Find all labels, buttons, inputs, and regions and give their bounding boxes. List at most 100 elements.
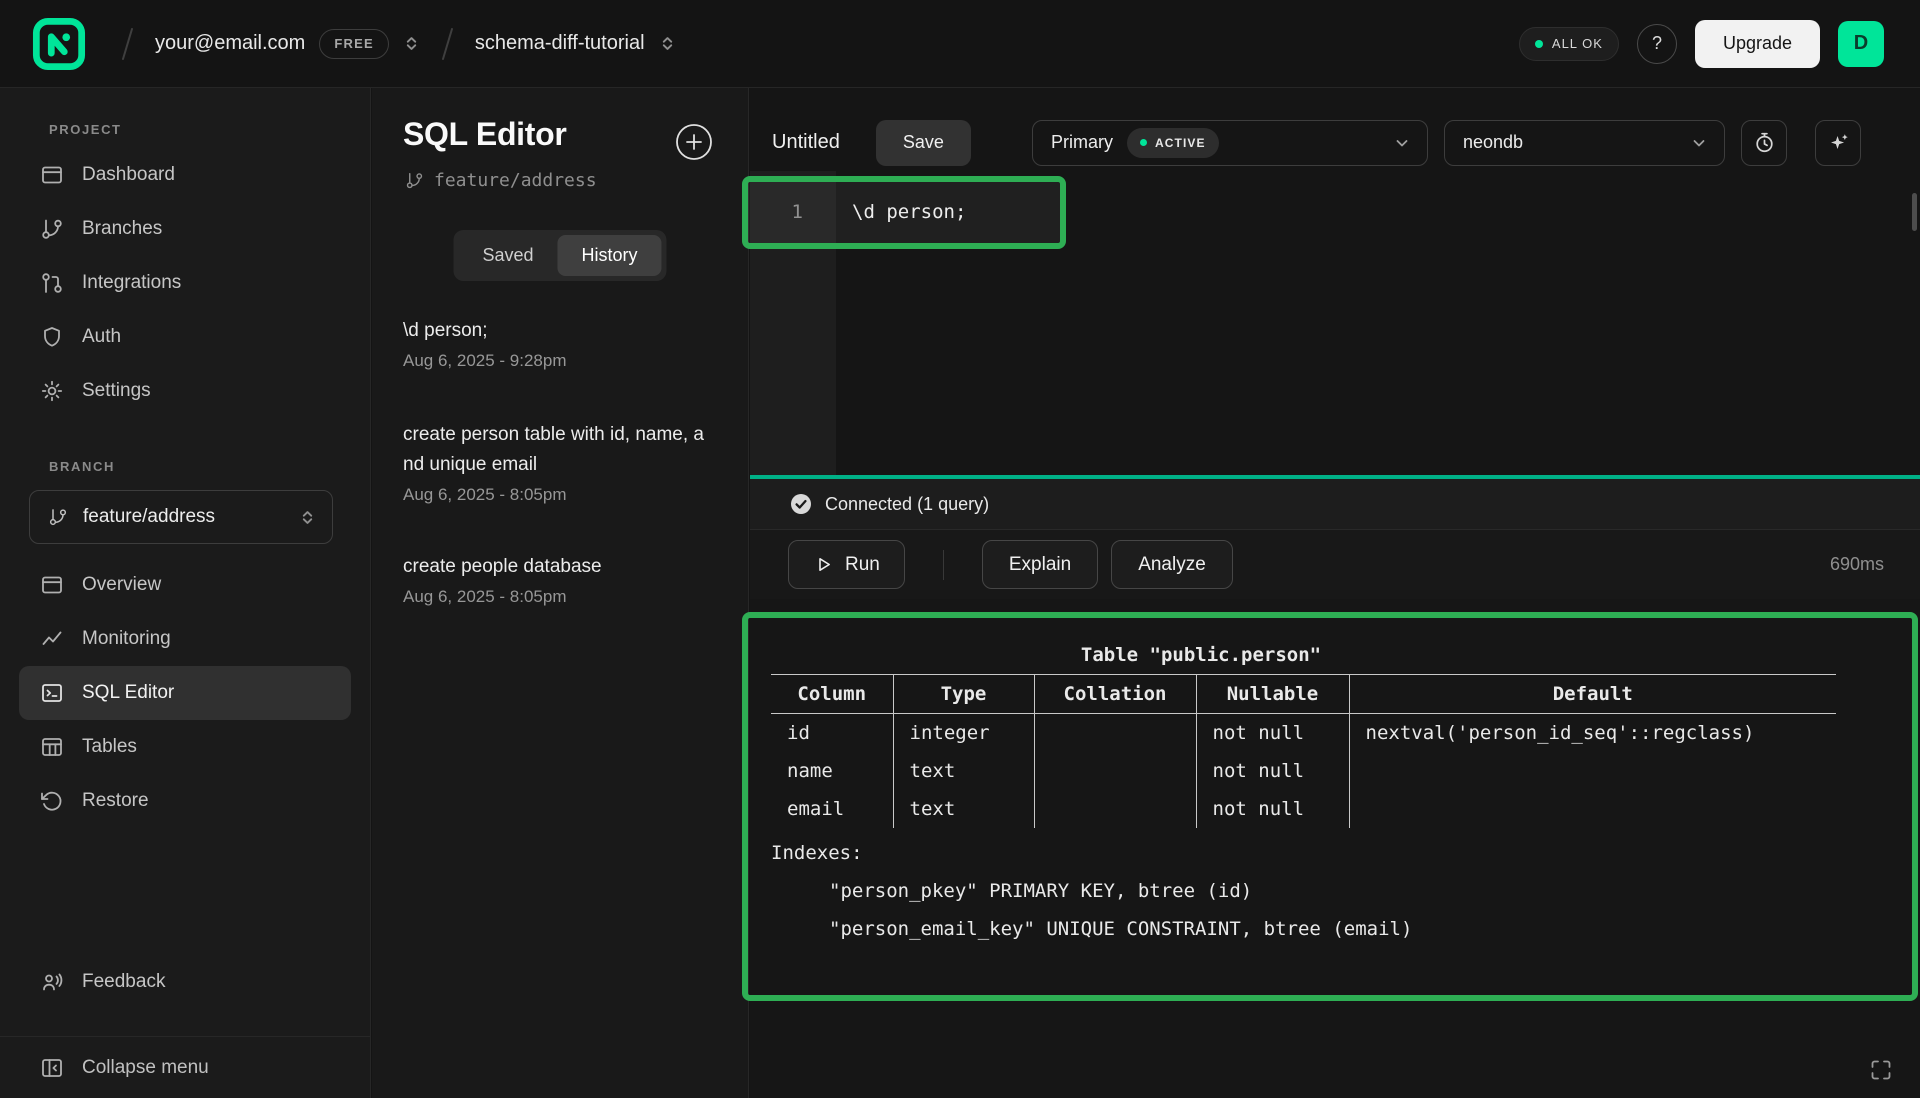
analyze-button[interactable]: Analyze [1111,540,1233,589]
status-badge[interactable]: ALL OK [1519,27,1619,61]
history-item-title: \d person; [403,316,708,346]
integrations-icon [40,271,64,295]
column-header: Type [893,675,1034,714]
status-dot-icon [1535,40,1543,48]
cell: text [893,790,1034,828]
query-history-button[interactable] [1741,120,1787,166]
code-text: \d person; [852,201,966,223]
upgrade-button[interactable]: Upgrade [1695,20,1820,68]
database-select[interactable]: neondb [1444,120,1725,166]
branch-selector[interactable]: feature/address [29,490,333,544]
column-header: Collation [1034,675,1196,714]
history-item-date: Aug 6, 2025 - 8:05pm [403,485,708,505]
cell: not null [1196,752,1349,790]
editor-toolbar-right: Primary ACTIVE neondb [1032,120,1861,166]
panel-branch-indicator: feature/address [405,170,597,191]
connection-status-bar: Connected (1 query) [750,479,1920,530]
indexes-section: Indexes: "person_pkey" PRIMARY KEY, btre… [771,834,1836,948]
history-item-date: Aug 6, 2025 - 8:05pm [403,587,708,607]
table-row: id integer not null nextval('person_id_s… [771,714,1836,753]
query-result-output: Table "public.person" Column Type Collat… [771,636,1836,948]
divider [943,550,944,580]
sql-editor-canvas[interactable]: 1 \d person; [750,171,1920,475]
avatar[interactable]: D [1838,21,1884,67]
account-selector[interactable]: your@email.com FREE [145,18,430,70]
sidebar-item-label: Feedback [82,971,165,993]
sidebar-item-label: Dashboard [82,164,175,186]
cell: id [771,714,893,753]
sidebar-item-auth[interactable]: Auth [19,310,351,364]
breadcrumb-separator [120,26,135,62]
cell [1349,752,1836,790]
cell: email [771,790,893,828]
tab-history[interactable]: History [558,235,662,276]
explain-button[interactable]: Explain [982,540,1098,589]
new-query-button[interactable] [673,121,715,163]
sidebar-item-integrations[interactable]: Integrations [19,256,351,310]
run-label: Run [845,554,880,576]
history-item[interactable]: create person table with id, name, and u… [403,420,708,505]
git-branch-icon [40,217,64,241]
sidebar-item-restore[interactable]: Restore [19,774,351,828]
restore-icon [40,789,64,813]
history-item[interactable]: create people database Aug 6, 2025 - 8:0… [403,552,708,607]
table-row: email text not null [771,790,1836,828]
sidebar-item-overview[interactable]: Overview [19,558,351,612]
table-row: name text not null [771,752,1836,790]
expand-icon[interactable] [1869,1058,1893,1082]
status-dot-icon [1140,139,1147,146]
results-panel: Table "public.person" Column Type Collat… [750,599,1920,1098]
saved-history-tabs: Saved History [453,230,666,281]
sql-editor-icon [40,681,64,705]
git-branch-icon [48,507,68,527]
sidebar-item-label: Auth [82,326,121,348]
sidebar-item-monitoring[interactable]: Monitoring [19,612,351,666]
page-title: SQL Editor [403,116,567,153]
project-selector[interactable]: schema-diff-tutorial [465,18,686,70]
compute-select[interactable]: Primary ACTIVE [1032,120,1428,166]
cell [1034,714,1196,753]
collapse-menu-button[interactable]: Collapse menu [0,1036,370,1098]
branch-nav: Overview Monitoring SQL Editor Tables Re… [0,558,370,828]
project-nav: Dashboard Branches Integrations Auth Set… [0,148,370,418]
sidebar-item-label: SQL Editor [82,682,174,704]
section-label-project: PROJECT [0,122,122,137]
neon-logo[interactable] [32,17,86,71]
compute-select-value: Primary [1051,132,1113,153]
sidebar-item-dashboard[interactable]: Dashboard [19,148,351,202]
tab-saved[interactable]: Saved [458,235,557,276]
cell: integer [893,714,1034,753]
collapse-panel-icon [40,1056,64,1080]
sidebar-item-feedback[interactable]: Feedback [19,955,351,1009]
chevron-updown-icon [299,509,316,526]
branch-selector-value: feature/address [83,506,284,528]
column-header: Column [771,675,893,714]
panel-branch-name: feature/address [434,170,597,191]
tables-icon [40,735,64,759]
compute-status-badge: ACTIVE [1127,128,1219,158]
cell: not null [1196,790,1349,828]
timer-icon [1753,131,1776,154]
result-header-row: Column Type Collation Nullable Default [771,675,1836,714]
query-tab[interactable]: Untitled [772,131,840,154]
ai-assistant-button[interactable] [1815,120,1861,166]
run-button[interactable]: Run [788,540,905,589]
scrollbar-thumb[interactable] [1912,193,1917,231]
sidebar-item-label: Overview [82,574,161,596]
history-item[interactable]: \d person; Aug 6, 2025 - 9:28pm [403,316,708,371]
sidebar-item-branches[interactable]: Branches [19,202,351,256]
overview-icon [40,573,64,597]
sidebar-item-settings[interactable]: Settings [19,364,351,418]
sidebar-item-label: Integrations [82,272,181,294]
chevron-updown-icon [403,35,420,52]
sidebar-item-tables[interactable]: Tables [19,720,351,774]
cell: not null [1196,714,1349,753]
sidebar-item-sql-editor[interactable]: SQL Editor [19,666,351,720]
sidebar-item-label: Branches [82,218,162,240]
help-button[interactable]: ? [1637,24,1677,64]
code-line[interactable]: 1 \d person; [750,193,1920,231]
check-circle-icon [790,493,812,515]
database-select-value: neondb [1463,132,1523,153]
save-button[interactable]: Save [876,120,971,166]
feedback-icon [40,970,64,994]
